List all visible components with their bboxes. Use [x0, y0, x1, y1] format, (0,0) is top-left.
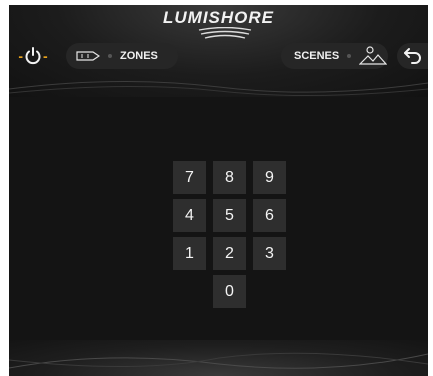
scenes-icon [359, 46, 388, 65]
power-icon [25, 47, 41, 65]
header: LUMISHORE - - ZONES SCENES [9, 5, 428, 97]
key-9[interactable]: 9 [253, 161, 286, 194]
key-5[interactable]: 5 [213, 199, 246, 232]
power-button[interactable]: - - [11, 43, 55, 69]
brand-logo: LUMISHORE [163, 8, 274, 27]
footer [9, 340, 428, 376]
key-7[interactable]: 7 [173, 161, 206, 194]
power-dash-right: - [43, 48, 48, 64]
key-6[interactable]: 6 [253, 199, 286, 232]
zones-label: ZONES [120, 50, 158, 62]
back-arrow-icon [403, 48, 421, 64]
key-3[interactable]: 3 [253, 237, 286, 270]
key-4[interactable]: 4 [173, 199, 206, 232]
app-screen: LUMISHORE - - ZONES SCENES 7 8 9 4 5 6 1… [9, 5, 428, 376]
header-swoosh [9, 80, 428, 97]
key-0[interactable]: 0 [213, 275, 246, 308]
back-button[interactable] [397, 43, 428, 69]
key-2[interactable]: 2 [213, 237, 246, 270]
scenes-button[interactable]: SCENES [281, 43, 388, 69]
scenes-label: SCENES [294, 50, 340, 62]
footer-swoosh [9, 352, 428, 369]
separator-dot [347, 54, 352, 58]
zones-button[interactable]: ZONES [66, 43, 178, 69]
separator-dot [108, 54, 112, 58]
key-1[interactable]: 1 [173, 237, 206, 270]
key-8[interactable]: 8 [213, 161, 246, 194]
boat-icon [76, 51, 100, 61]
logo-waves-icon [198, 27, 252, 39]
